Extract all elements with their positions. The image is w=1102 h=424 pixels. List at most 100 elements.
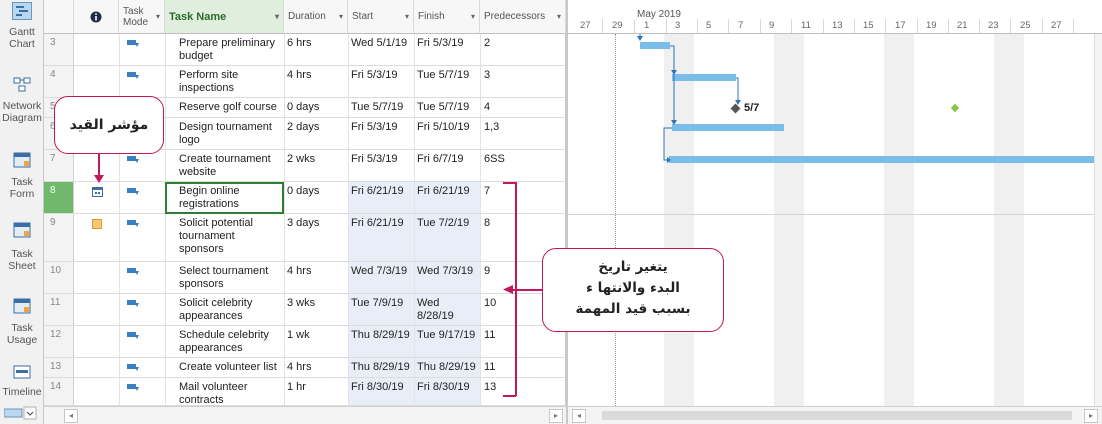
task-name-cell[interactable]: Perform site inspections	[179, 69, 282, 95]
view-task-form[interactable]: Task Form	[0, 152, 44, 200]
predecessors-cell[interactable]: 10	[484, 297, 496, 310]
start-cell[interactable]: Fri 5/3/19	[351, 69, 397, 82]
start-cell[interactable]: Wed 5/1/19	[351, 37, 407, 50]
row-header[interactable]: 8	[44, 182, 74, 214]
task-name-cell[interactable]: Solicit celebrity appearances	[179, 297, 282, 323]
duration-cell[interactable]: 3 wks	[287, 297, 315, 310]
task-name-cell[interactable]: Schedule celebrity appearances	[179, 329, 282, 355]
finish-cell[interactable]: Thu 8/29/19	[417, 361, 477, 374]
task-mode-header[interactable]: Task Mode ▾	[119, 0, 165, 34]
predecessors-cell[interactable]: 8	[484, 217, 490, 230]
duration-cell[interactable]: 4 hrs	[287, 69, 311, 82]
task-name-cell[interactable]: Create volunteer list	[179, 361, 282, 374]
task-name-cell[interactable]: Solicit potential tournament sponsors	[179, 217, 282, 256]
scroll-thumb[interactable]	[602, 411, 1072, 420]
gantt-vertical-scrollbar[interactable]	[1094, 34, 1102, 406]
start-cell[interactable]: Fri 5/3/19	[351, 121, 397, 134]
predecessors-cell[interactable]: 3	[484, 69, 490, 82]
start-cell[interactable]: Thu 8/29/19	[351, 361, 410, 374]
row-separator	[44, 213, 566, 214]
row-header[interactable]: 3	[44, 34, 74, 66]
finish-cell[interactable]: Fri 8/30/19	[417, 381, 477, 394]
finish-cell[interactable]: Fri 6/21/19	[417, 185, 477, 198]
task-name-cell[interactable]: Mail volunteer contracts	[179, 381, 282, 407]
duration-cell[interactable]: 2 days	[287, 121, 319, 134]
scroll-right-button[interactable]: ▸	[1084, 409, 1098, 423]
row-header[interactable]: 14	[44, 378, 74, 406]
bracket-line	[503, 395, 516, 397]
view-task-sheet[interactable]: Task Sheet	[0, 222, 44, 272]
row-header[interactable]: 12	[44, 326, 74, 358]
finish-cell[interactable]: Fri 5/10/19	[417, 121, 477, 134]
start-cell[interactable]: Fri 6/21/19	[351, 217, 404, 230]
finish-header[interactable]: Finish ▾	[414, 0, 480, 34]
auto-schedule-mode-icon	[127, 72, 139, 79]
duration-header[interactable]: Duration ▾	[284, 0, 348, 34]
task-name-cell[interactable]: Prepare preliminary budget	[179, 37, 282, 63]
duration-cell[interactable]: 6 hrs	[287, 37, 311, 50]
predecessors-cell[interactable]: 11	[484, 361, 495, 374]
finish-cell[interactable]: Fri 6/7/19	[417, 153, 477, 166]
indicators-header[interactable]	[74, 0, 119, 34]
task-name-cell[interactable]: Reserve golf course	[179, 101, 282, 114]
finish-cell[interactable]: Tue 5/7/19	[417, 69, 477, 82]
grid-horizontal-scrollbar[interactable]: ◂ ▸	[44, 406, 566, 424]
task-name-cell[interactable]: Select tournament sponsors	[179, 265, 282, 291]
row-header[interactable]: 7	[44, 150, 74, 182]
row-header[interactable]: 11	[44, 294, 74, 326]
start-cell[interactable]: Wed 7/3/19	[351, 265, 407, 278]
finish-cell[interactable]: Tue 5/7/19	[417, 101, 477, 114]
finish-cell[interactable]: Tue 9/17/19	[417, 329, 477, 342]
auto-schedule-mode-icon	[127, 220, 139, 227]
row-header[interactable]: 9	[44, 214, 74, 262]
duration-cell[interactable]: 4 hrs	[287, 361, 311, 374]
predecessors-cell[interactable]: 7	[484, 185, 490, 198]
task-name-cell[interactable]: Create tournament website	[179, 153, 282, 179]
start-header[interactable]: Start ▾	[348, 0, 414, 34]
start-cell[interactable]: Thu 8/29/19	[351, 329, 410, 342]
row-header[interactable]: 10	[44, 262, 74, 294]
scroll-left-button[interactable]: ◂	[572, 409, 586, 423]
scroll-left-button[interactable]: ◂	[64, 409, 78, 423]
row-header[interactable]: 4	[44, 66, 74, 98]
row-header[interactable]: 13	[44, 358, 74, 378]
finish-cell[interactable]: Wed 8/28/19	[417, 297, 477, 323]
duration-value: 1 hr	[287, 381, 306, 393]
predecessors-cell[interactable]: 6SS	[484, 153, 505, 166]
task-name-header[interactable]: Task Name ▾	[165, 0, 284, 34]
duration-cell[interactable]: 1 wk	[287, 329, 310, 342]
predecessors-cell[interactable]: 11	[484, 329, 495, 342]
view-bar-more-button[interactable]	[3, 406, 38, 420]
predecessors-header[interactable]: Predecessors ▾	[480, 0, 566, 34]
task-name-cell[interactable]: Design tournament logo	[179, 121, 282, 147]
finish-cell[interactable]: Wed 7/3/19	[417, 265, 477, 278]
duration-cell[interactable]: 2 wks	[287, 153, 315, 166]
view-task-usage[interactable]: Task Usage	[0, 298, 44, 346]
gantt-horizontal-scrollbar[interactable]: ◂ ▸	[568, 406, 1102, 424]
predecessors-cell[interactable]: 9	[484, 265, 490, 278]
predecessors-cell[interactable]: 13	[484, 381, 496, 394]
view-gantt-chart[interactable]: Gantt Chart	[0, 2, 44, 50]
start-cell[interactable]: Tue 7/9/19	[351, 297, 403, 310]
duration-cell[interactable]: 1 hr	[287, 381, 306, 394]
predecessors-cell[interactable]: 4	[484, 101, 490, 114]
duration-cell[interactable]: 4 hrs	[287, 265, 311, 278]
view-timeline[interactable]: Timeline	[0, 364, 44, 398]
note-icon	[92, 219, 102, 229]
scroll-right-button[interactable]: ▸	[549, 409, 563, 423]
finish-cell[interactable]: Fri 5/3/19	[417, 37, 477, 50]
start-cell[interactable]: Tue 5/7/19	[351, 101, 403, 114]
duration-cell[interactable]: 0 days	[287, 185, 319, 198]
start-cell[interactable]: Fri 8/30/19	[351, 381, 404, 394]
predecessors-cell[interactable]: 1,3	[484, 121, 499, 134]
select-all-cell[interactable]	[44, 0, 74, 34]
start-cell[interactable]: Fri 6/21/19	[351, 185, 404, 198]
finish-cell[interactable]: Tue 7/2/19	[417, 217, 477, 230]
duration-cell[interactable]: 0 days	[287, 101, 319, 114]
predecessors-value: 11	[484, 329, 496, 341]
duration-cell[interactable]: 3 days	[287, 217, 319, 230]
start-cell[interactable]: Fri 5/3/19	[351, 153, 397, 166]
dropdown-arrow-icon: ▾	[556, 12, 561, 21]
view-network-diagram[interactable]: Network Diagram	[0, 76, 44, 124]
predecessors-cell[interactable]: 2	[484, 37, 490, 50]
